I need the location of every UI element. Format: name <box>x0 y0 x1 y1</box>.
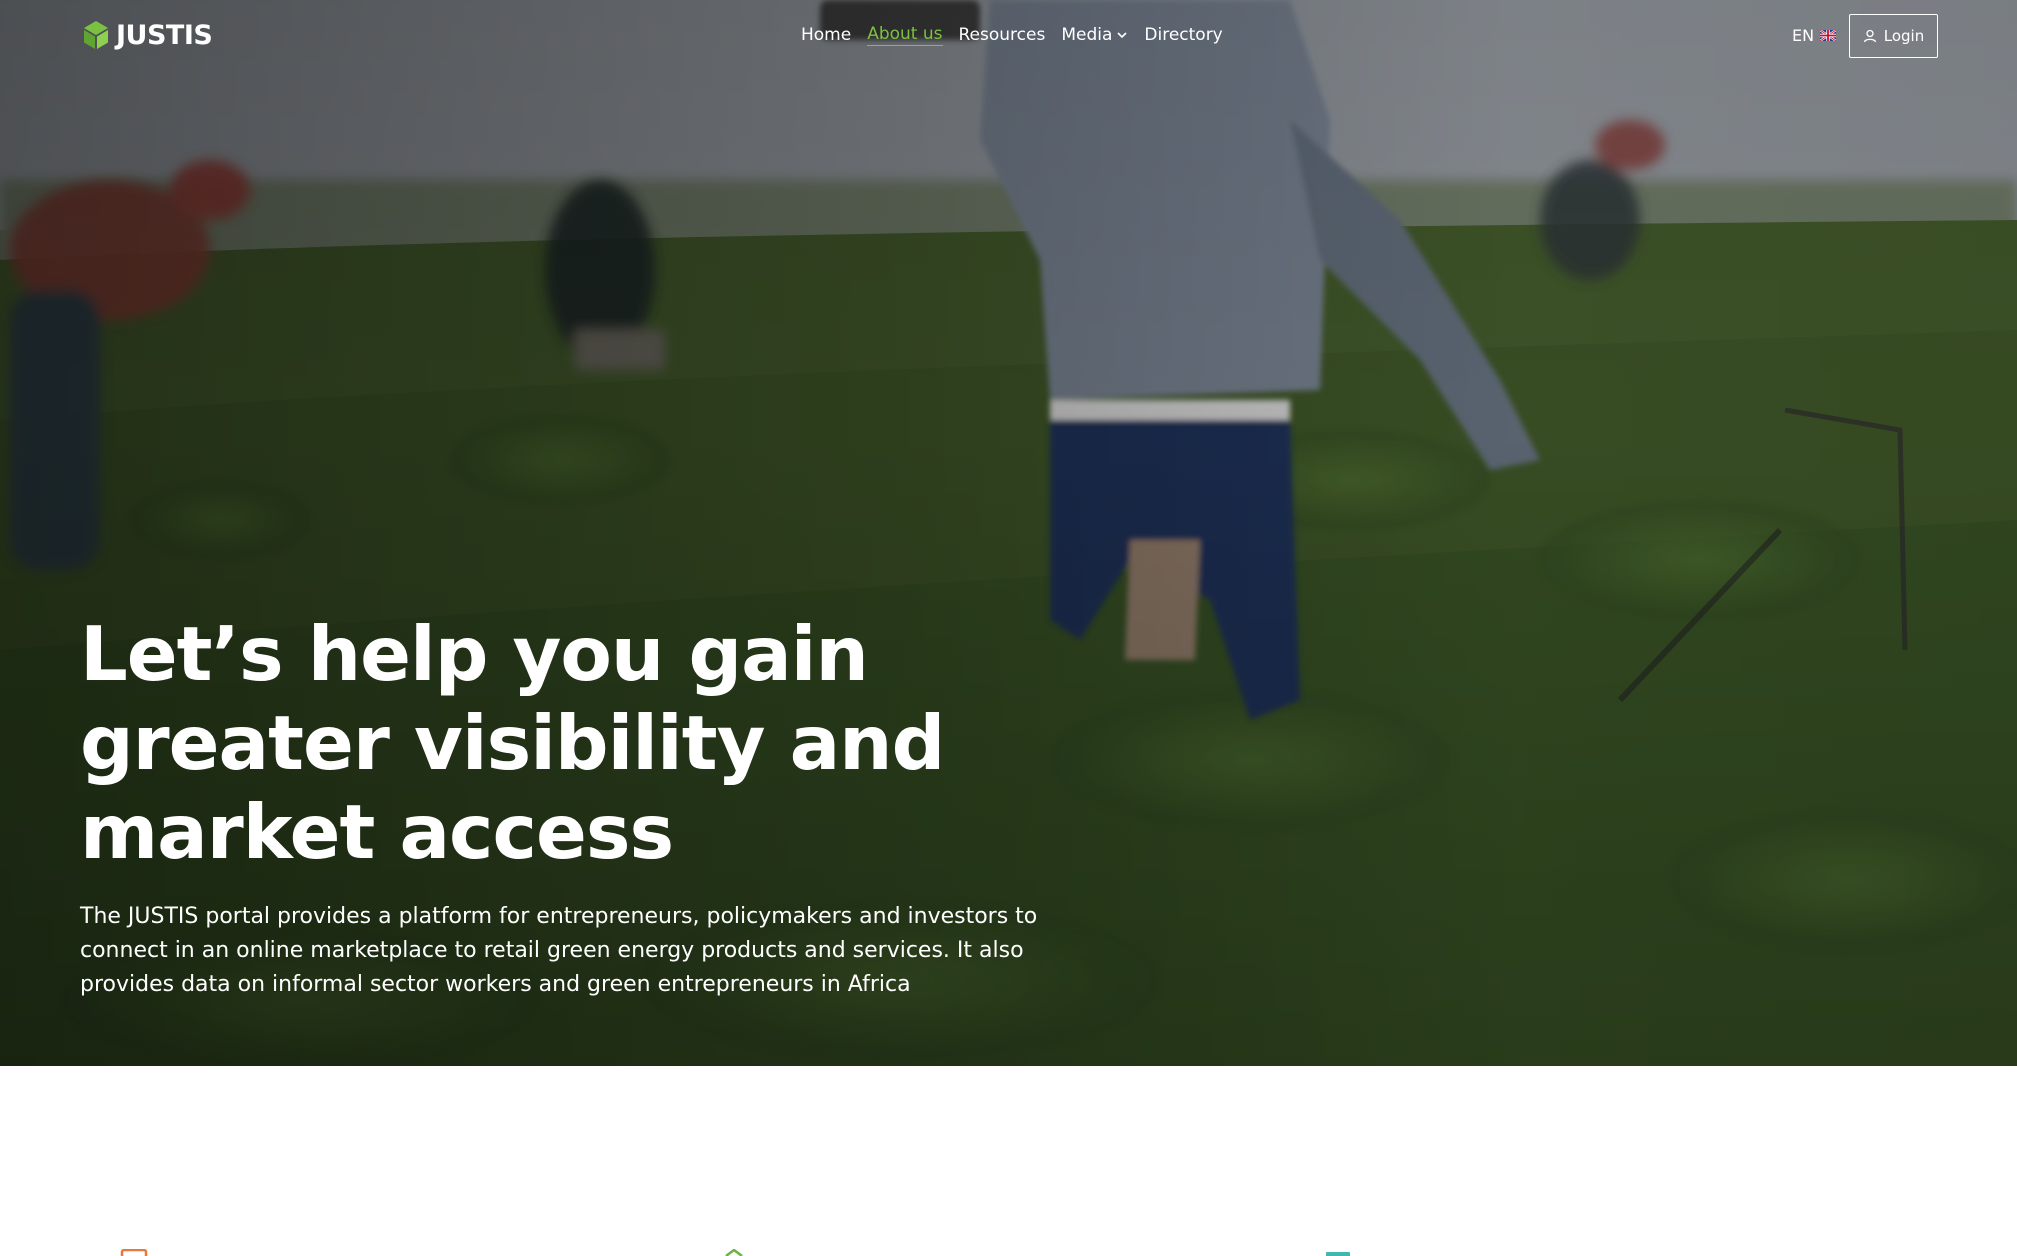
orange-feature-icon <box>120 1249 148 1256</box>
features-section <box>0 1066 2017 1256</box>
login-button[interactable]: Login <box>1849 14 1938 58</box>
nav-resources[interactable]: Resources <box>959 25 1046 45</box>
green-feature-icon <box>725 1249 743 1256</box>
uk-flag-icon <box>1820 30 1837 41</box>
language-selector[interactable]: EN <box>1792 26 1837 45</box>
nav-directory[interactable]: Directory <box>1144 25 1222 45</box>
top-navbar: JUSTIS Home About us Resources Media Dir… <box>0 0 2017 72</box>
brand-name: JUSTIS <box>116 19 213 51</box>
hero-description: The JUSTIS portal provides a platform fo… <box>80 904 1038 997</box>
nav-media-label: Media <box>1061 25 1113 45</box>
teal-feature-icon <box>1326 1252 1350 1256</box>
nav-about-us[interactable]: About us <box>867 24 943 46</box>
hero-section: JUSTIS Home About us Resources Media Dir… <box>0 0 2017 1066</box>
brand-logo[interactable]: JUSTIS <box>80 19 213 51</box>
main-menu: Home About us Resources Media Directory <box>801 24 1223 46</box>
language-code: EN <box>1792 26 1815 45</box>
chevron-down-icon <box>1117 32 1127 39</box>
login-label: Login <box>1883 27 1925 45</box>
leaf-cube-icon <box>84 21 108 49</box>
user-icon <box>1863 29 1876 43</box>
nav-media[interactable]: Media <box>1061 25 1128 45</box>
nav-home[interactable]: Home <box>801 25 851 45</box>
hero-headline: Let’s help you gain greater visibility a… <box>80 610 945 876</box>
